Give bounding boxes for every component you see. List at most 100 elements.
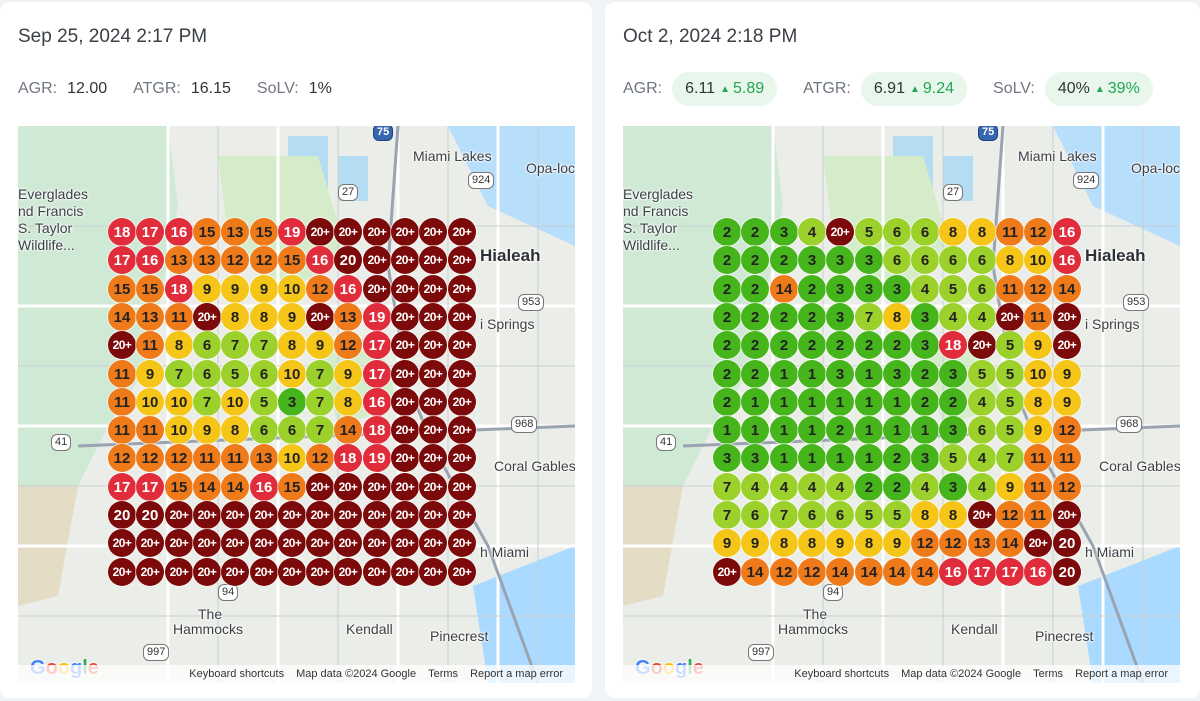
heatmap-map[interactable]: Miami Lakes Opa-loc Everglades nd Franci…: [18, 126, 575, 683]
rank-cell[interactable]: 7: [713, 473, 741, 501]
rank-cell[interactable]: 8: [883, 303, 911, 331]
rank-cell[interactable]: 4: [798, 218, 826, 246]
rank-cell[interactable]: 20: [334, 246, 362, 274]
rank-cell[interactable]: 9: [996, 473, 1024, 501]
rank-cell[interactable]: 20+: [968, 501, 996, 529]
rank-cell[interactable]: 20+: [391, 275, 419, 303]
rank-cell[interactable]: 20+: [193, 529, 221, 557]
rank-cell[interactable]: 2: [883, 444, 911, 472]
rank-cell[interactable]: 20+: [278, 501, 306, 529]
rank-cell[interactable]: 8: [165, 331, 193, 359]
rank-cell[interactable]: 9: [1053, 360, 1081, 388]
rank-cell[interactable]: 11: [996, 218, 1024, 246]
rank-cell[interactable]: 4: [911, 275, 939, 303]
rank-cell[interactable]: 5: [883, 501, 911, 529]
rank-cell[interactable]: 20+: [165, 558, 193, 586]
rank-cell[interactable]: 9: [334, 360, 362, 388]
rank-cell[interactable]: 5: [996, 360, 1024, 388]
rank-cell[interactable]: 12: [306, 275, 334, 303]
rank-cell[interactable]: 5: [996, 388, 1024, 416]
rank-cell[interactable]: 20+: [391, 416, 419, 444]
rank-cell[interactable]: 9: [306, 331, 334, 359]
rank-cell[interactable]: 15: [136, 275, 164, 303]
rank-cell[interactable]: 6: [250, 416, 278, 444]
rank-cell[interactable]: 6: [968, 275, 996, 303]
rank-cell[interactable]: 2: [826, 331, 854, 359]
rank-cell[interactable]: 11: [1053, 444, 1081, 472]
rank-cell[interactable]: 3: [883, 275, 911, 303]
rank-cell[interactable]: 9: [193, 416, 221, 444]
rank-cell[interactable]: 9: [193, 275, 221, 303]
rank-cell[interactable]: 16: [250, 473, 278, 501]
rank-cell[interactable]: 3: [911, 444, 939, 472]
rank-cell[interactable]: 2: [741, 275, 769, 303]
rank-cell[interactable]: 11: [108, 360, 136, 388]
rank-cell[interactable]: 7: [996, 444, 1024, 472]
rank-cell[interactable]: 1: [883, 416, 911, 444]
rank-cell[interactable]: 20+: [334, 473, 362, 501]
rank-cell[interactable]: 1: [770, 360, 798, 388]
rank-cell[interactable]: 2: [826, 416, 854, 444]
rank-cell[interactable]: 15: [165, 473, 193, 501]
rank-cell[interactable]: 1: [770, 444, 798, 472]
rank-cell[interactable]: 20+: [391, 558, 419, 586]
rank-cell[interactable]: 20: [1053, 558, 1081, 586]
keyboard-shortcuts-link[interactable]: Keyboard shortcuts: [189, 668, 284, 680]
rank-cell[interactable]: 18: [363, 416, 391, 444]
rank-cell[interactable]: 2: [713, 218, 741, 246]
rank-cell[interactable]: 5: [939, 275, 967, 303]
rank-cell[interactable]: 20+: [391, 529, 419, 557]
rank-cell[interactable]: 2: [713, 246, 741, 274]
rank-cell[interactable]: 20+: [419, 558, 447, 586]
rank-cell[interactable]: 13: [968, 529, 996, 557]
rank-cell[interactable]: 20+: [448, 444, 476, 472]
rank-cell[interactable]: 2: [911, 388, 939, 416]
rank-cell[interactable]: 6: [250, 360, 278, 388]
rank-cell[interactable]: 1: [798, 388, 826, 416]
rank-cell[interactable]: 6: [193, 360, 221, 388]
rank-cell[interactable]: 10: [221, 388, 249, 416]
rank-cell[interactable]: 1: [855, 360, 883, 388]
rank-cell[interactable]: 20+: [448, 558, 476, 586]
rank-cell[interactable]: 20+: [1053, 303, 1081, 331]
rank-cell[interactable]: 20+: [334, 558, 362, 586]
rank-cell[interactable]: 4: [911, 473, 939, 501]
rank-cell[interactable]: 17: [996, 558, 1024, 586]
rank-cell[interactable]: 19: [363, 444, 391, 472]
rank-cell[interactable]: 20+: [448, 416, 476, 444]
rank-cell[interactable]: 2: [883, 473, 911, 501]
rank-cell[interactable]: 20+: [363, 275, 391, 303]
rank-cell[interactable]: 20+: [391, 444, 419, 472]
rank-cell[interactable]: 1: [798, 444, 826, 472]
rank-cell[interactable]: 1: [713, 416, 741, 444]
rank-cell[interactable]: 16: [306, 246, 334, 274]
rank-cell[interactable]: 3: [826, 360, 854, 388]
rank-cell[interactable]: 13: [221, 218, 249, 246]
rank-cell[interactable]: 3: [826, 246, 854, 274]
rank-cell[interactable]: 20+: [306, 558, 334, 586]
rank-cell[interactable]: 15: [193, 218, 221, 246]
rank-cell[interactable]: 2: [855, 331, 883, 359]
rank-cell[interactable]: 6: [968, 246, 996, 274]
rank-cell[interactable]: 12: [911, 529, 939, 557]
rank-cell[interactable]: 9: [1024, 331, 1052, 359]
rank-cell[interactable]: 18: [108, 218, 136, 246]
rank-cell[interactable]: 3: [826, 275, 854, 303]
rank-cell[interactable]: 2: [741, 246, 769, 274]
rank-cell[interactable]: 14: [911, 558, 939, 586]
rank-cell[interactable]: 13: [165, 246, 193, 274]
rank-cell[interactable]: 17: [108, 246, 136, 274]
rank-cell[interactable]: 17: [108, 473, 136, 501]
rank-cell[interactable]: 2: [713, 360, 741, 388]
rank-cell[interactable]: 16: [1024, 558, 1052, 586]
rank-cell[interactable]: 4: [939, 303, 967, 331]
rank-cell[interactable]: 5: [996, 331, 1024, 359]
rank-cell[interactable]: 9: [826, 529, 854, 557]
rank-cell[interactable]: 6: [939, 246, 967, 274]
rank-cell[interactable]: 4: [770, 473, 798, 501]
rank-cell[interactable]: 20+: [448, 246, 476, 274]
rank-cell[interactable]: 20+: [334, 529, 362, 557]
rank-cell[interactable]: 20+: [221, 501, 249, 529]
rank-cell[interactable]: 20+: [165, 501, 193, 529]
rank-cell[interactable]: 20+: [448, 303, 476, 331]
